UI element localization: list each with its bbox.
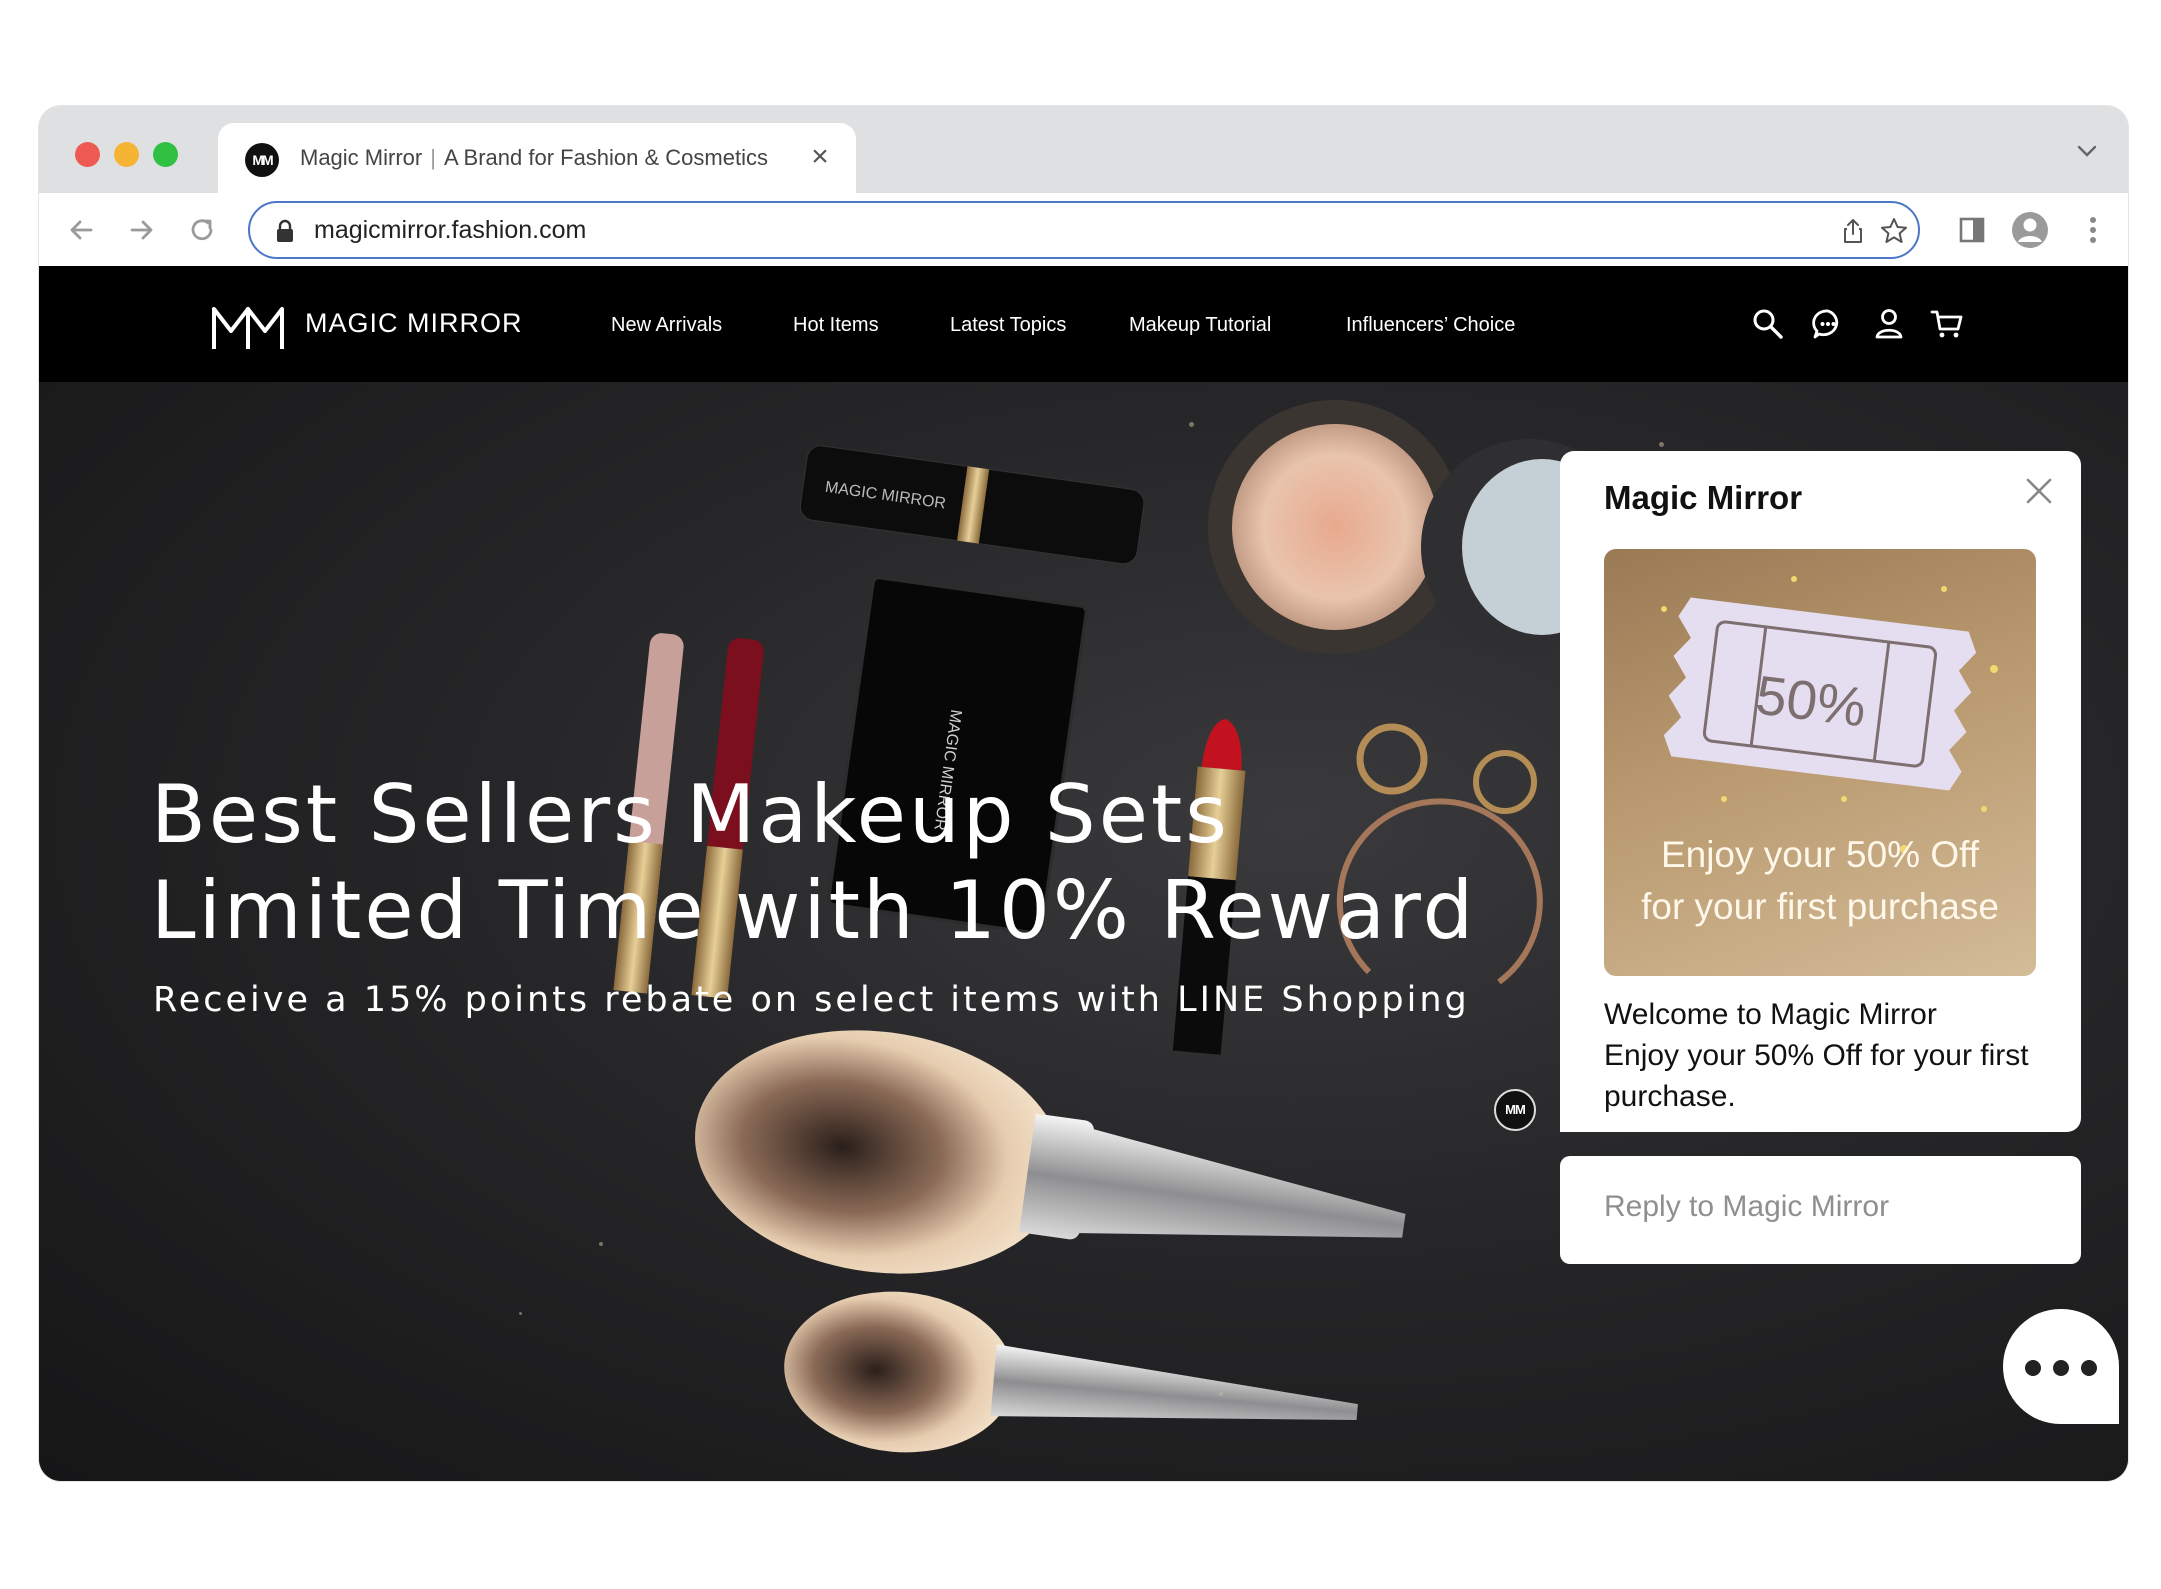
chat-message-text: Welcome to Magic Mirror Enjoy your 50% O… xyxy=(1604,994,2044,1117)
tab-title: Magic Mirror | A Brand for Fashion & Cosme… xyxy=(300,145,768,171)
nav-influencers-choice[interactable]: Influencers’ Choice xyxy=(1346,314,1515,337)
hero-title: Best Sellers Makeup Sets Limited Time wi… xyxy=(151,767,1476,959)
nav-new-arrivals[interactable]: New Arrivals xyxy=(611,314,722,337)
tab-title-separator: | xyxy=(430,145,436,170)
reload-icon[interactable] xyxy=(183,211,221,249)
promo-line-1: Enjoy your 50% Off xyxy=(1660,834,1980,875)
hero-subtitle: Receive a 15% points rebate on select it… xyxy=(153,980,1470,1020)
nav-hot-items[interactable]: Hot Items xyxy=(793,314,879,337)
account-icon[interactable] xyxy=(1871,306,1907,342)
tab-list-chevron-icon[interactable] xyxy=(2072,136,2102,166)
browser-toolbar: magicmirror.fashion.com xyxy=(39,193,2128,266)
reply-input[interactable] xyxy=(1604,1190,2044,1224)
browser-window: MM Magic Mirror | A Brand for Fashion & Co… xyxy=(39,106,2128,1481)
tab-title-secondary: A Brand for Fashion & Cosmetics xyxy=(443,145,768,170)
web-page: MAGIC MIRROR New Arrivals Hot Items Late… xyxy=(39,266,2128,1481)
close-icon[interactable] xyxy=(2019,471,2059,511)
url-text[interactable]: magicmirror.fashion.com xyxy=(314,216,586,245)
chat-message-line-2: Enjoy your 50% Off for your first purcha… xyxy=(1604,1039,2029,1113)
star-icon[interactable] xyxy=(1878,215,1910,247)
close-window-button[interactable] xyxy=(75,142,100,167)
menu-icon[interactable] xyxy=(2073,210,2113,250)
chat-avatar: MM xyxy=(1494,1089,1536,1131)
tab-close-icon[interactable]: × xyxy=(806,139,834,175)
hero-banner[interactable]: MAGIC MIRROR MAGIC MIRROR Best Sellers M… xyxy=(39,382,2128,1481)
lock-icon xyxy=(274,218,296,244)
search-icon[interactable] xyxy=(1750,306,1786,342)
hero-title-line-1: Best Sellers Makeup Sets xyxy=(151,768,1230,861)
site-header: MAGIC MIRROR New Arrivals Hot Items Late… xyxy=(39,266,2128,382)
browser-tab[interactable]: MM Magic Mirror | A Brand for Fashion & Co… xyxy=(218,123,856,193)
logo-text[interactable]: MAGIC MIRROR xyxy=(305,308,523,339)
tab-favicon: MM xyxy=(245,143,279,177)
chat-message-card: Magic Mirror 50% Enjoy your 50% Off for … xyxy=(1560,451,2081,1132)
tab-strip: MM Magic Mirror | A Brand for Fashion & Co… xyxy=(39,106,2128,193)
nav-makeup-tutorial[interactable]: Makeup Tutorial xyxy=(1129,314,1271,337)
minimize-window-button[interactable] xyxy=(114,142,139,167)
forward-icon[interactable] xyxy=(122,211,160,249)
logo-mark-icon[interactable] xyxy=(211,299,287,351)
reply-box[interactable] xyxy=(1560,1156,2081,1264)
tab-title-primary: Magic Mirror xyxy=(300,145,423,170)
address-bar[interactable]: magicmirror.fashion.com xyxy=(248,201,1920,259)
promo-image[interactable]: 50% Enjoy your 50% Off for your first pu… xyxy=(1604,549,2036,976)
back-icon[interactable] xyxy=(63,211,101,249)
chat-message-line-1: Welcome to Magic Mirror xyxy=(1604,998,1937,1031)
coupon-value: 50% xyxy=(1752,663,1870,739)
maximize-window-button[interactable] xyxy=(153,142,178,167)
profile-icon[interactable] xyxy=(2010,210,2050,250)
share-icon[interactable] xyxy=(1837,215,1869,247)
chat-launcher-button[interactable] xyxy=(2003,1309,2119,1424)
promo-line-2: for your first purchase xyxy=(1641,886,1999,927)
chat-title: Magic Mirror xyxy=(1604,479,1803,516)
hero-title-line-2: Limited Time with 10% Reward xyxy=(151,864,1477,957)
sidepanel-icon[interactable] xyxy=(1952,210,1992,250)
promo-text: Enjoy your 50% Off for your first purcha… xyxy=(1604,829,2036,933)
chat-icon[interactable] xyxy=(1810,306,1846,342)
cart-icon[interactable] xyxy=(1929,306,1965,342)
nav-latest-topics[interactable]: Latest Topics xyxy=(950,314,1066,337)
